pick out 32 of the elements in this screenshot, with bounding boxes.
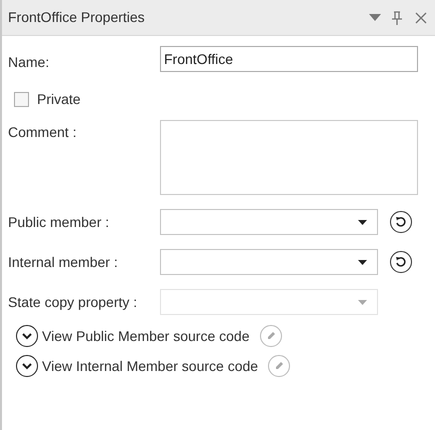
name-field[interactable]: FrontOffice <box>160 46 418 72</box>
name-label: Name: <box>8 53 50 72</box>
close-icon[interactable] <box>415 12 427 24</box>
field-label: State copy property : <box>8 292 138 312</box>
panel-title: FrontOffice Properties <box>8 8 146 27</box>
dropdown-icon[interactable] <box>369 14 381 22</box>
dropdown-arrow-icon <box>358 300 367 304</box>
reset-button[interactable] <box>390 211 412 233</box>
pin-icon[interactable] <box>391 10 403 24</box>
dropdown-arrow-icon <box>358 220 367 224</box>
refresh-icon <box>395 216 407 228</box>
edit-button[interactable] <box>268 355 290 377</box>
pencil-icon <box>266 331 276 341</box>
field-label: Internal member : <box>8 252 119 272</box>
refresh-icon <box>395 256 407 268</box>
dropdown-arrow-icon <box>358 260 367 264</box>
private-label: Private <box>37 90 81 109</box>
chevron-down-icon <box>22 362 32 370</box>
expander-label[interactable]: View Public Member source code <box>42 326 250 346</box>
dropdown-field[interactable] <box>160 249 378 275</box>
expand-button[interactable] <box>16 355 38 377</box>
private-checkbox[interactable] <box>14 92 29 107</box>
pencil-icon <box>274 361 284 371</box>
reset-button[interactable] <box>390 251 412 273</box>
field-label: Public member : <box>8 212 110 232</box>
comment-field[interactable] <box>160 120 418 195</box>
chevron-down-icon <box>22 332 32 340</box>
dropdown-field[interactable] <box>160 209 378 235</box>
expand-button[interactable] <box>16 325 38 347</box>
expander-label[interactable]: View Internal Member source code <box>42 356 258 376</box>
edit-button[interactable] <box>260 325 282 347</box>
comment-label: Comment : <box>8 123 78 142</box>
